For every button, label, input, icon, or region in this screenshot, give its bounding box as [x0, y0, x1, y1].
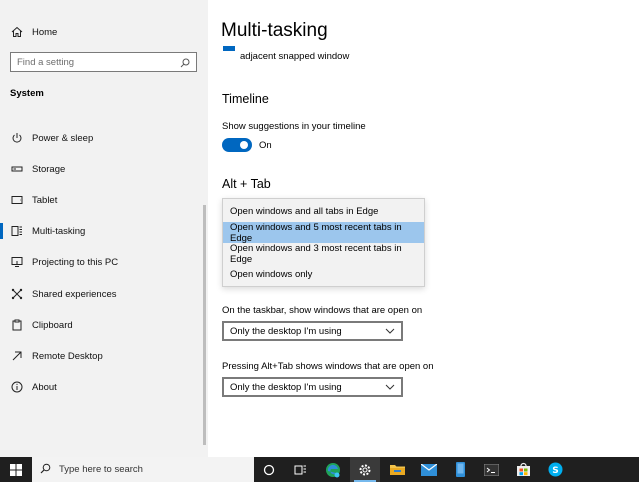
select-value: Only the desktop I'm using: [230, 325, 342, 337]
projecting-icon: [10, 255, 24, 269]
multitasking-icon: [10, 224, 24, 238]
sidebar-item-about[interactable]: About: [0, 373, 208, 401]
sidebar-item-label: Multi-tasking: [32, 225, 86, 237]
alt-tab-option[interactable]: Open windows and all tabs in Edge: [223, 201, 424, 222]
file-explorer-icon[interactable]: [382, 457, 412, 482]
sidebar-item-projecting[interactable]: Projecting to this PC: [0, 248, 208, 276]
sidebar: Home Find a setting System Power & sleep…: [0, 0, 208, 457]
nav-home[interactable]: Home: [0, 20, 208, 44]
cortana-icon[interactable]: [254, 457, 284, 482]
svg-text:S: S: [552, 466, 558, 476]
sidebar-item-clipboard[interactable]: Clipboard: [0, 311, 208, 339]
windows-start-icon[interactable]: [0, 457, 32, 482]
shared-experiences-icon: [10, 287, 24, 301]
sidebar-item-storage[interactable]: Storage: [0, 155, 208, 183]
sidebar-item-label: Shared experiences: [32, 288, 117, 300]
tablet-icon: [10, 193, 24, 207]
sidebar-item-label: Projecting to this PC: [32, 256, 119, 268]
sidebar-item-multitasking[interactable]: Multi-tasking: [0, 217, 208, 245]
taskbar-windows-select[interactable]: Only the desktop I'm using: [222, 321, 403, 341]
chevron-down-icon: [385, 383, 395, 391]
storage-icon: [10, 162, 24, 176]
timeline-suggestions-toggle[interactable]: [222, 138, 252, 152]
taskbar: Type here to search S: [0, 457, 639, 482]
search-icon: [40, 463, 51, 477]
section-label-system: System: [10, 88, 44, 99]
taskbar-search-placeholder: Type here to search: [59, 464, 143, 475]
alt-tab-heading: Alt + Tab: [222, 177, 271, 191]
search-placeholder: Find a setting: [17, 56, 75, 68]
sidebar-item-tablet[interactable]: Tablet: [0, 186, 208, 214]
power-icon: [10, 131, 24, 145]
edge-icon[interactable]: [318, 457, 348, 482]
alt-tab-dropdown-list: Open windows and all tabs in Edge Open w…: [222, 198, 425, 287]
sidebar-item-power-sleep[interactable]: Power & sleep: [0, 124, 208, 152]
task-view-icon[interactable]: [285, 457, 315, 482]
alttab-windows-label: Pressing Alt+Tab shows windows that are …: [222, 361, 434, 372]
skype-icon[interactable]: S: [540, 457, 570, 482]
store-icon[interactable]: [508, 457, 538, 482]
clipboard-icon: [10, 318, 24, 332]
snap-checkbox-partial[interactable]: [223, 46, 235, 51]
sidebar-item-label: Power & sleep: [32, 132, 94, 144]
terminal-icon[interactable]: [476, 457, 506, 482]
phone-icon[interactable]: [445, 457, 475, 482]
timeline-suggestions-label: Show suggestions in your timeline: [222, 121, 366, 132]
timeline-heading: Timeline: [222, 92, 269, 106]
alttab-windows-select[interactable]: Only the desktop I'm using: [222, 377, 403, 397]
main-content: Multi-tasking adjacent snapped window Ti…: [208, 0, 639, 457]
taskbar-search-input[interactable]: Type here to search: [32, 457, 254, 482]
sidebar-item-label: About: [32, 381, 57, 393]
info-icon: [10, 380, 24, 394]
toggle-knob: [240, 141, 248, 149]
home-icon: [10, 25, 24, 39]
settings-icon[interactable]: [350, 457, 380, 482]
page-title: Multi-tasking: [221, 20, 328, 41]
sidebar-item-label: Storage: [32, 163, 66, 175]
sidebar-item-remote-desktop[interactable]: Remote Desktop: [0, 342, 208, 370]
alt-tab-option[interactable]: Open windows only: [223, 264, 424, 285]
sidebar-scrollbar[interactable]: [203, 205, 206, 445]
toggle-state-label: On: [259, 140, 272, 151]
sidebar-item-label: Clipboard: [32, 319, 73, 331]
search-icon: [180, 57, 190, 68]
sidebar-item-label: Remote Desktop: [32, 350, 103, 362]
snap-option-text: adjacent snapped window: [240, 51, 350, 62]
home-label: Home: [32, 26, 58, 38]
settings-search-input[interactable]: Find a setting: [10, 52, 197, 72]
alt-tab-option[interactable]: Open windows and 3 most recent tabs in E…: [223, 243, 424, 265]
sidebar-item-label: Tablet: [32, 194, 58, 206]
remote-desktop-icon: [10, 349, 24, 363]
select-value: Only the desktop I'm using: [230, 381, 342, 393]
alt-tab-option-selected[interactable]: Open windows and 5 most recent tabs in E…: [223, 222, 424, 244]
chevron-down-icon: [385, 327, 395, 335]
mail-icon[interactable]: [414, 457, 444, 482]
taskbar-windows-label: On the taskbar, show windows that are op…: [222, 305, 423, 316]
sidebar-item-shared-experiences[interactable]: Shared experiences: [0, 280, 208, 308]
